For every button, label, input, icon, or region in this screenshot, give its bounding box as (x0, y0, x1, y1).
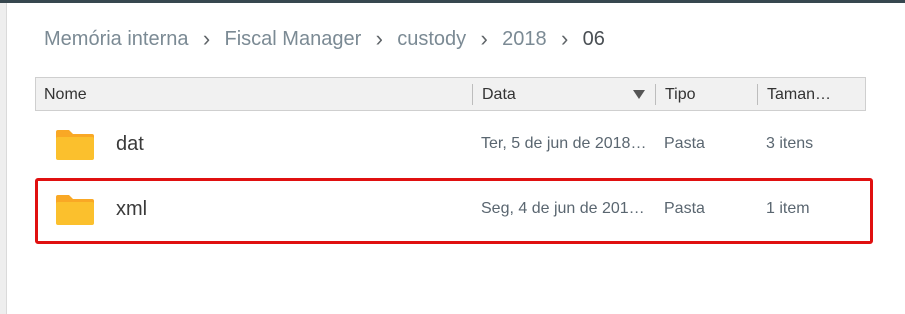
column-header-name[interactable]: Nome (44, 78, 87, 111)
column-header-type[interactable]: Tipo (665, 78, 696, 111)
breadcrumb-item-internal-memory[interactable]: Memória interna (44, 28, 189, 51)
chevron-right-icon: › (375, 26, 383, 51)
chevron-right-icon: › (480, 26, 488, 51)
file-size: 3 itens (766, 135, 814, 152)
column-divider[interactable] (655, 84, 656, 105)
file-type: Pasta (664, 135, 705, 152)
chevron-right-icon: › (202, 26, 211, 51)
breadcrumb-item-fiscal-manager[interactable]: Fiscal Manager (225, 28, 362, 51)
file-date: Seg, 4 de jun de 201… (481, 200, 645, 217)
folder-icon (56, 130, 94, 160)
file-list-header: Nome Data Tipo Taman… (35, 77, 866, 111)
breadcrumb-item-2018[interactable]: 2018 (502, 28, 547, 51)
file-name: xml (116, 198, 148, 220)
file-name: dat (116, 133, 144, 155)
column-header-date[interactable]: Data (482, 78, 516, 111)
file-size: 1 item (766, 200, 810, 217)
left-panel-edge (0, 3, 7, 314)
column-header-size[interactable]: Taman… (767, 78, 831, 111)
breadcrumb-item-custody[interactable]: custody (397, 28, 466, 51)
breadcrumb: Memória interna › Fiscal Manager › custo… (44, 24, 605, 54)
column-divider[interactable] (472, 84, 473, 105)
file-list: Nome Data Tipo Taman… dat Ter, 5 de jun … (35, 77, 866, 241)
file-type: Pasta (664, 200, 705, 217)
file-date: Ter, 5 de jun de 2018… (481, 135, 647, 152)
breadcrumb-item-current: 06 (582, 27, 605, 50)
file-row-xml[interactable]: xml Seg, 4 de jun de 201… Pasta 1 item (35, 176, 866, 241)
chevron-right-icon: › (561, 26, 569, 51)
file-row-dat[interactable]: dat Ter, 5 de jun de 2018… Pasta 3 itens (35, 111, 866, 176)
folder-icon (56, 195, 94, 225)
sort-descending-icon[interactable] (633, 90, 645, 99)
column-divider[interactable] (757, 84, 758, 105)
window-top-edge (0, 0, 905, 3)
